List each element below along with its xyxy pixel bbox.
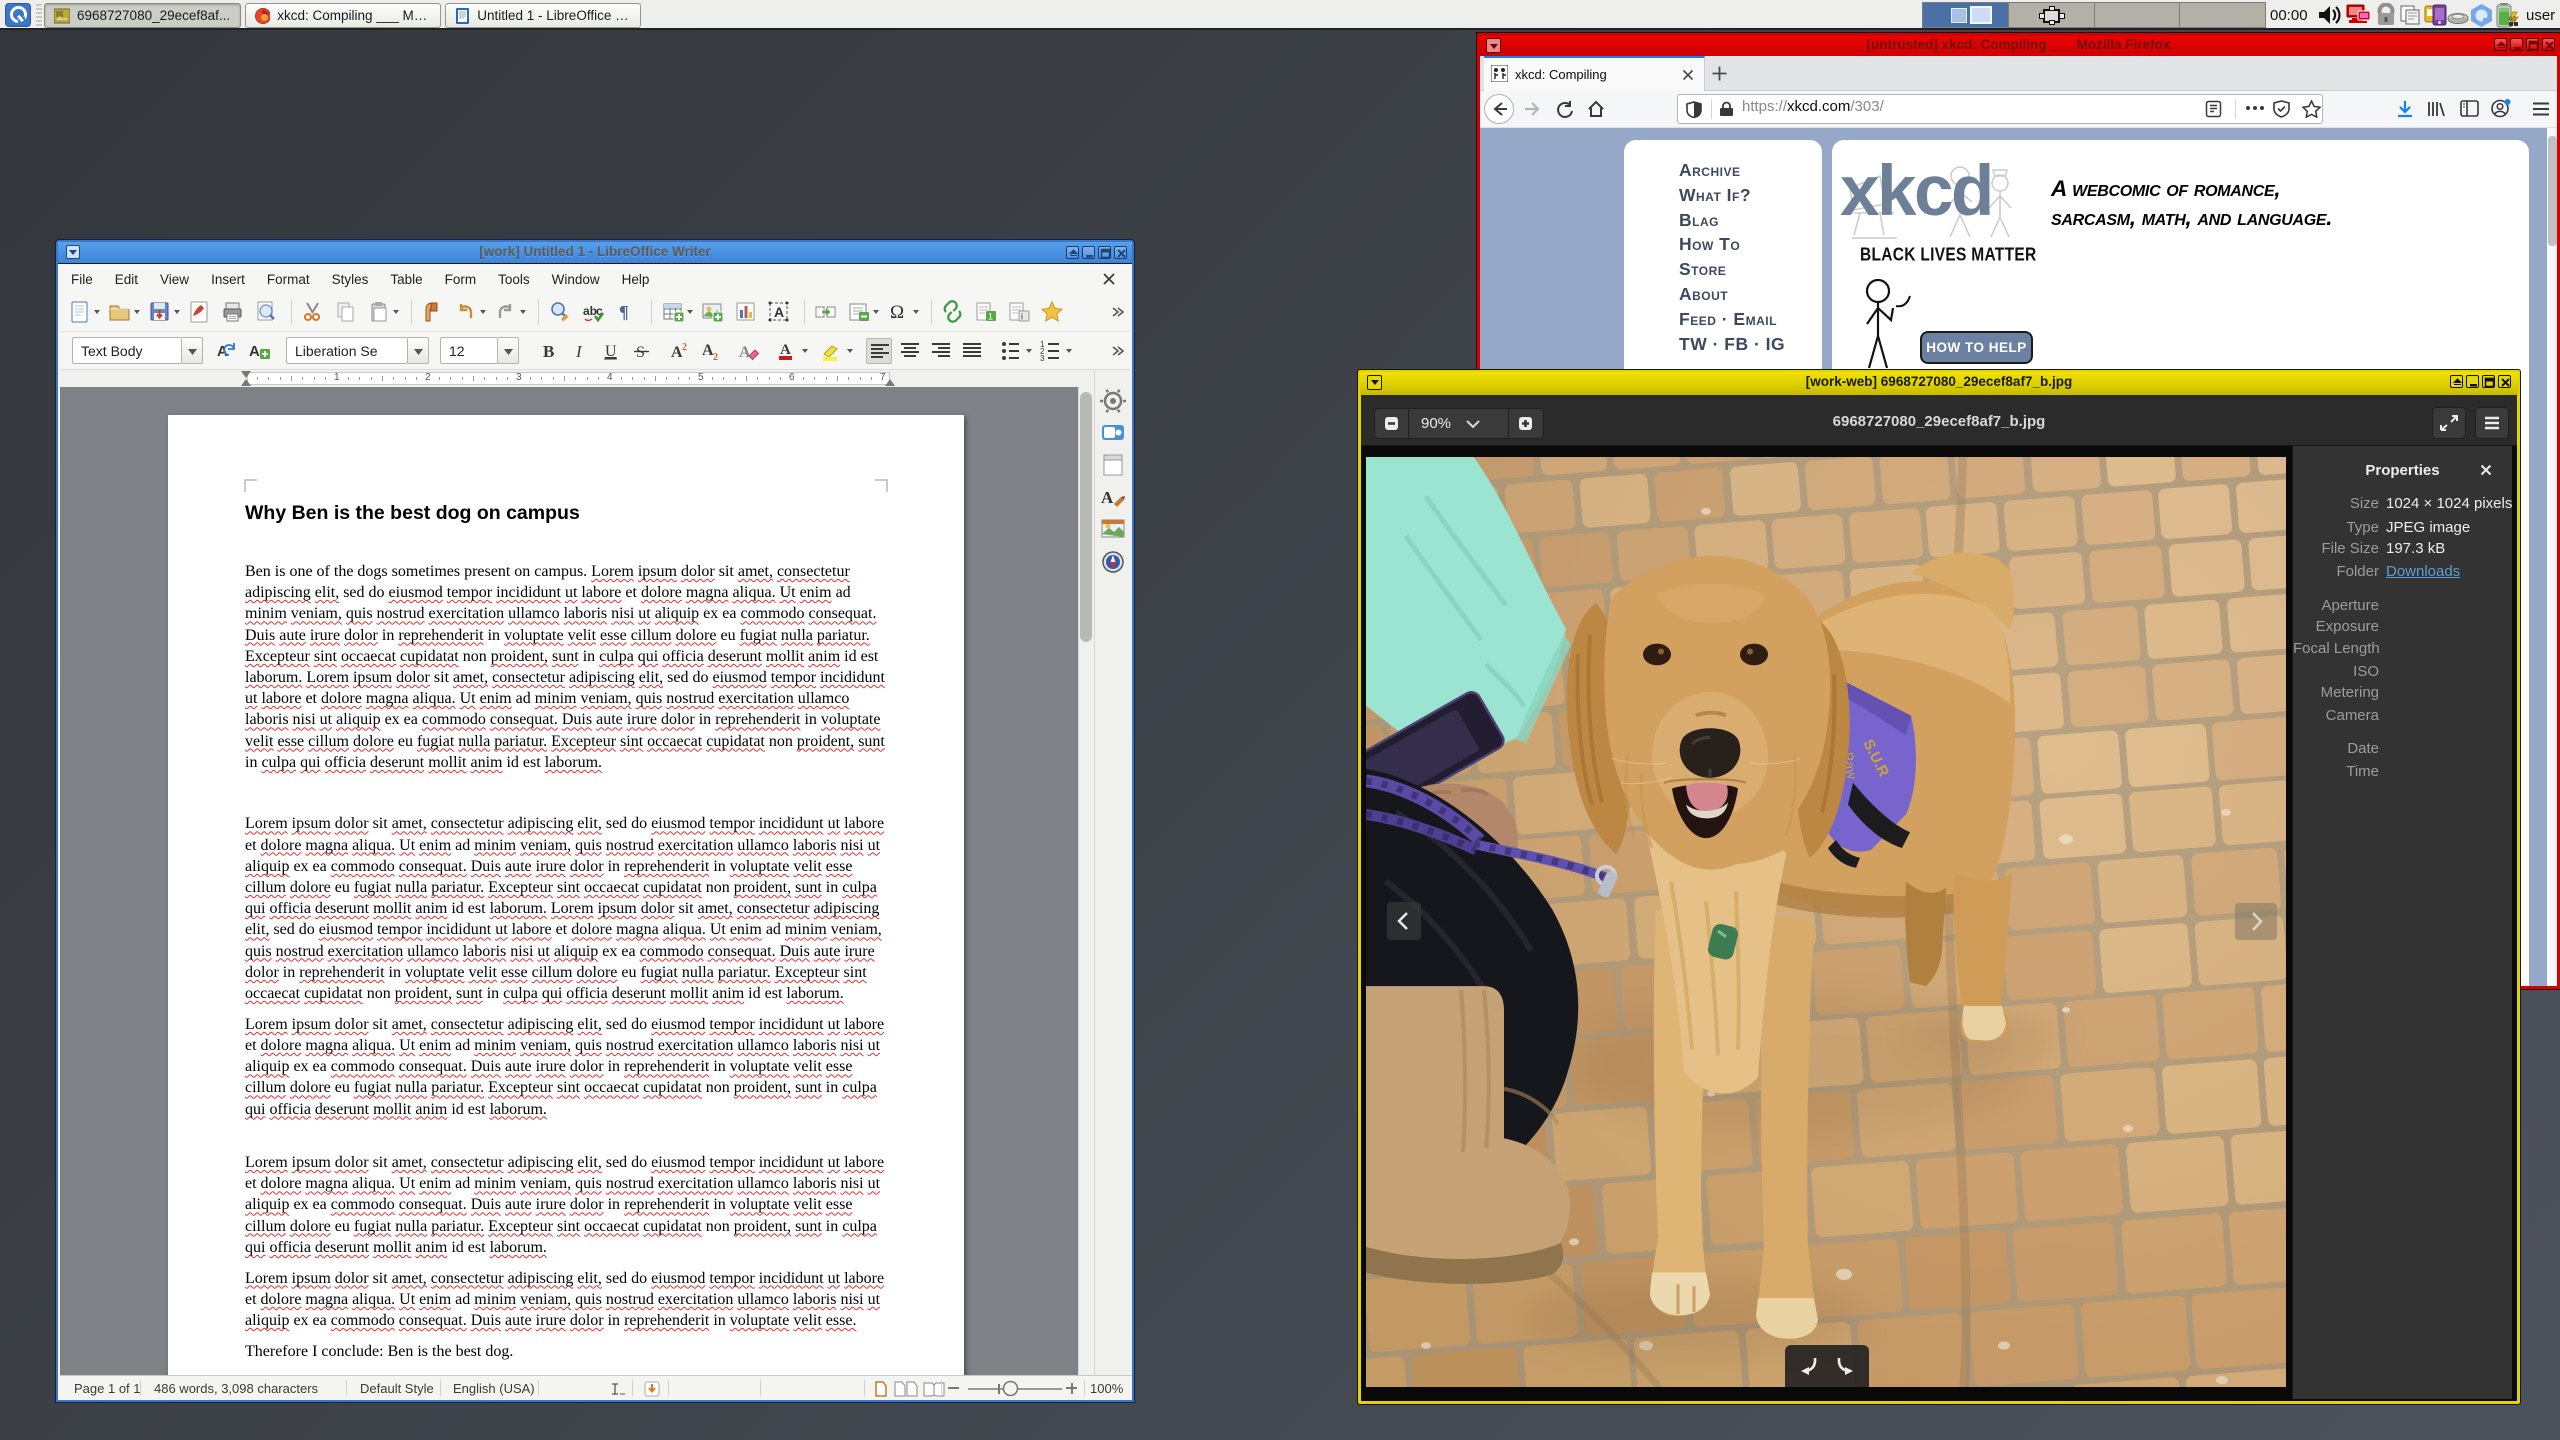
svg-text:A: A [780,342,791,358]
svg-text:A: A [774,304,784,320]
svg-text:¶: ¶ [619,302,629,322]
svg-text:Ω: Ω [890,302,904,323]
svg-text:1: 1 [988,312,993,322]
svg-text:ab: ab [583,304,597,318]
svg-text:2: 2 [682,342,687,353]
svg-text:A: A [249,343,260,360]
svg-text:i: i [1021,312,1023,322]
svg-text:A: A [1101,488,1114,507]
svg-text:2: 2 [713,352,718,363]
svg-text:3: 3 [1040,354,1045,363]
svg-text:A: A [739,344,751,361]
svg-text:U: U [605,343,617,360]
svg-text:00: 00 [2509,17,2516,23]
svg-text:I: I [575,342,583,361]
svg-text:B: B [543,342,554,361]
svg-text:S: S [636,344,645,361]
